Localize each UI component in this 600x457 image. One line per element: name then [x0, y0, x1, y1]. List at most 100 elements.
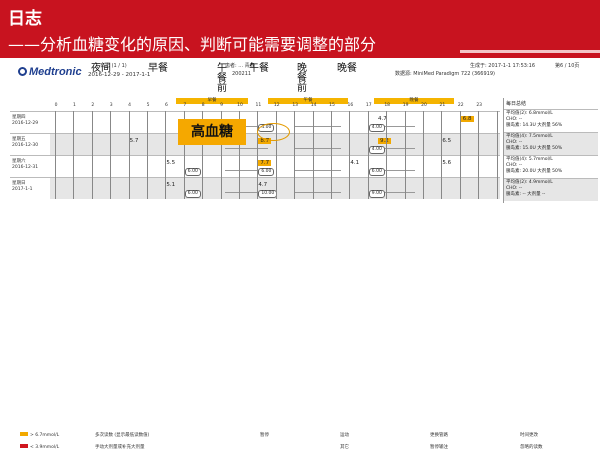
hour-tick: 14 [310, 103, 317, 108]
legend-label: 手动大剂量或补充大剂量 [95, 445, 145, 450]
glucose-reading: 5.6 [442, 160, 452, 166]
report-device: 数据源: MiniMed Paradigm 722 (366919) [395, 71, 495, 77]
meal-label-pre-lunch: 午 餐 前 [217, 63, 227, 94]
hour-gridline [165, 111, 167, 199]
legend-label: 其它 [340, 445, 349, 450]
report-generated: 生成于: 2017-1-1 17:53:16 [470, 63, 536, 69]
glucose-reading-high: 9.2 [378, 138, 391, 144]
day-row: 星期六 2016-12-31 5.5 7.7 4.1 5.6 6.00 6.00 6.00 [10, 155, 500, 177]
hour-tick: 6 [164, 103, 168, 108]
high-glucose-callout: 高血糖 [178, 119, 246, 145]
hour-gridline [294, 111, 296, 199]
summary-insulin: 胰岛素: 20.0U 大剂量 50% [506, 169, 563, 174]
legend-label: 暂停 [260, 433, 269, 438]
hour-tick: 23 [476, 103, 483, 108]
bolus-value: 6.00 [258, 168, 275, 176]
hour-gridline [257, 111, 259, 199]
hour-gridline [478, 111, 480, 199]
carb-guide-line [295, 192, 342, 193]
day-row: 星期日 2017-1-1 5.1 4.7 6.00 10.00 9.00 [10, 177, 500, 199]
legend-item: 其它 [340, 444, 349, 450]
hour-tick: 20 [421, 103, 427, 108]
hour-gridline [110, 111, 112, 199]
medtronic-logo: Medtronic [18, 66, 82, 78]
glucose-reading-high: 6.8 [460, 116, 474, 122]
carb-guide-line [225, 148, 268, 149]
legend-item: > 6.7mmol/L [20, 432, 59, 438]
legend-label: 暂停输注 [430, 445, 448, 450]
hour-tick: 13 [292, 103, 299, 108]
hour-tick: 0 [54, 103, 58, 108]
day-label: 星期六 2016-12-31 [12, 159, 39, 170]
bolus-value: 4.00 [368, 124, 385, 132]
daily-summary-block: 平均值(4): 7.5mmol/L CHO: -- 胰岛素: 15.0U 大剂量 5… [504, 132, 598, 155]
hour-gridline [128, 111, 130, 199]
slide-subtitle: ——分析血糖变化的原因、判断可能需要调整的部分 [8, 35, 377, 54]
bolus-value: 6.00 [184, 190, 201, 198]
summary-insulin: 胰岛素: -- 大剂量 -- [506, 192, 546, 197]
highlight-ellipse [257, 123, 290, 141]
hour-tick: 15 [329, 103, 335, 108]
legend-item: 多次读数 (显示最低读数值) [95, 432, 149, 438]
logo-ring-icon [18, 67, 27, 76]
legend-item: < 3.9mmol/L [20, 444, 59, 450]
legend-label: 多次读数 (显示最低读数值) [95, 433, 150, 438]
bolus-value: 9.00 [368, 190, 385, 198]
hour-gridline [386, 111, 388, 199]
meal-label-lunch: 午餐 [249, 63, 269, 74]
hour-tick: 19 [402, 103, 409, 108]
legend-label: > 6.7mmol/L [30, 433, 60, 438]
hour-tick: 22 [457, 103, 464, 108]
meal-label-pre-dinner: 晚 餐 前 [297, 63, 307, 94]
day-row: 星期五 2016-12-30 5.7 8.7 9.2 6.5 4.00 [10, 133, 500, 155]
hour-gridline [331, 111, 332, 199]
title-banner: 日志 ——分析血糖变化的原因、判断可能需要调整的部分 [0, 0, 600, 58]
day-label: 星期日 2017-1-1 [12, 181, 33, 192]
hour-tick: 18 [384, 103, 391, 108]
legend-label: 运动 [340, 433, 349, 438]
legend-label: < 3.9mmol/L [30, 445, 60, 450]
legend-swatch [20, 444, 28, 448]
hour-tick: 12 [273, 103, 280, 108]
glucose-reading: 5.5 [166, 160, 176, 166]
hour-gridline [73, 111, 75, 199]
hour-tick: 17 [365, 103, 372, 108]
glucose-reading: 6.5 [442, 138, 452, 144]
hour-gridline [349, 111, 351, 199]
meal-label-dinner: 晚餐 [337, 63, 357, 74]
hour-gridline [147, 111, 148, 199]
glucose-reading: 5.7 [129, 138, 139, 144]
legend-item: 忽略的读数 [520, 444, 543, 450]
hour-gridline [459, 111, 461, 199]
daily-summary-header: 每日总结 [506, 101, 527, 107]
day-row: 星期四 2016-12-29 4.7 6.8 4.00 4.00 [10, 111, 500, 133]
legend-item: 手动大剂量或补充大剂量 [95, 444, 145, 450]
hour-tick: 2 [91, 103, 95, 108]
legend-item: 运动 [340, 432, 349, 438]
hour-tick: 10 [237, 103, 243, 108]
hour-gridline [423, 111, 424, 199]
legend: > 6.7mmol/L < 3.9mmol/L 多次读数 (显示最低读数值) 手动大剂… [10, 432, 600, 456]
glucose-reading: 5.1 [166, 182, 176, 188]
glucose-reading-high: 7.7 [258, 160, 272, 166]
hour-gridline [367, 111, 369, 199]
hour-gridline [91, 111, 93, 199]
summary-insulin: 胰岛素: 15.0U 大剂量 50% [506, 146, 563, 151]
daily-summary-panel: 每日总结 平均值(2): 6.8mmol/L CHO: -- 胰岛素: 14.3U … [503, 98, 598, 203]
glucose-reading: 4.7 [258, 182, 268, 188]
hour-tick: 21 [439, 103, 446, 108]
daily-summary-block: 平均值(2): 6.8mmol/L CHO: -- 胰岛素: 14.3U 大剂量 5… [504, 109, 598, 132]
bolus-value: 6.00 [368, 168, 385, 176]
legend-item: 更换管路 [430, 432, 448, 438]
banner-accent-bar [460, 50, 600, 53]
legend-label: 时间更改 [520, 433, 538, 438]
hour-tick: 3 [109, 103, 113, 108]
daily-summary-block: 平均值(2): 4.9mmol/L CHO: -- 胰岛素: -- 大剂量 -- [504, 178, 598, 201]
hour-tick: 11 [255, 103, 262, 108]
hour-tick: 4 [128, 103, 132, 108]
bolus-value: 6.00 [184, 168, 201, 176]
meal-label-breakfast: 早餐 [148, 63, 168, 74]
meal-label-night: 夜间 [91, 63, 111, 74]
hour-tick: 16 [347, 103, 354, 108]
carb-guide-line [295, 126, 342, 127]
